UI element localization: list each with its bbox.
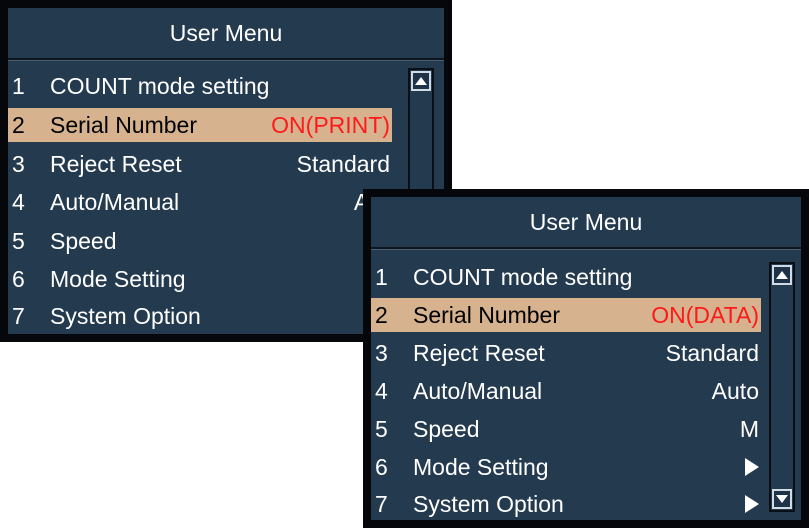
menu-item-label: COUNT mode setting [413,264,633,290]
menu-item-number: 2 [375,302,388,328]
menu-item-value: ON(DATA) [651,302,759,328]
menu-item-number: 6 [12,266,25,292]
menu-item-number: 5 [375,416,388,442]
scroll-up-button[interactable] [411,71,431,91]
menu-item-value: ON(PRINT) [271,112,390,138]
menu-item-label: System Option [50,303,201,329]
menu-item-number: 7 [375,491,388,517]
menu-item-value: Auto [711,378,759,404]
menu-item-number: 7 [12,303,25,329]
scroll-down-button[interactable] [772,489,792,509]
menu-item-label: Serial Number [50,112,197,138]
menu-title: User Menu [371,197,801,249]
menu-item-value: Standard [665,340,759,366]
menu-item-serial-number[interactable]: 2 Serial Number ON(DATA) [371,298,761,332]
menu-item-label: Mode Setting [50,266,186,292]
menu-item-label: Serial Number [413,302,560,328]
menu-item-system-option[interactable]: 7 System Option [8,299,392,333]
menu-item-label: COUNT mode setting [50,73,270,99]
scroll-down-icon [776,495,788,503]
menu-item-number: 1 [375,264,388,290]
menu-item-count-mode[interactable]: 1 COUNT mode setting [8,69,392,103]
menu-item-label: Reject Reset [50,151,182,177]
submenu-arrow-icon [745,458,759,476]
menu-item-mode-setting[interactable]: 6 Mode Setting [8,262,392,296]
menu-item-auto-manual[interactable]: 4 Auto/Manual Au [8,185,392,219]
menu-item-label: System Option [413,491,564,517]
menu-item-label: Reject Reset [413,340,545,366]
menu-item-number: 2 [12,112,25,138]
menu-item-count-mode[interactable]: 1 COUNT mode setting [371,260,761,294]
menu-item-mode-setting[interactable]: 6 Mode Setting [371,450,761,484]
scroll-up-icon [776,271,788,279]
menu-item-speed[interactable]: 5 Speed M [371,412,761,446]
menu-item-label: Auto/Manual [413,378,543,404]
scroll-up-button[interactable] [772,265,792,285]
scrollbar[interactable] [769,262,795,512]
user-menu-panel-data: User Menu 1 COUNT mode setting 2 Serial … [363,189,809,528]
menu-item-label: Auto/Manual [50,189,180,215]
menu-item-number: 6 [375,454,388,480]
menu-item-number: 1 [12,73,25,99]
menu-item-label: Speed [50,228,117,254]
menu-item-label: Mode Setting [413,454,549,480]
menu-item-speed[interactable]: 5 Speed [8,224,392,258]
menu-item-number: 4 [12,189,25,215]
scroll-up-icon [415,77,427,85]
menu-item-label: Speed [413,416,480,442]
menu-item-value: M [739,416,759,442]
submenu-arrow-icon [745,495,759,513]
menu-item-number: 3 [12,151,25,177]
menu-item-reject-reset[interactable]: 3 Reject Reset Standard [8,147,392,181]
menu-title: User Menu [8,8,444,60]
menu-item-system-option[interactable]: 7 System Option [371,487,761,521]
menu-item-serial-number[interactable]: 2 Serial Number ON(PRINT) [8,108,392,142]
menu-item-reject-reset[interactable]: 3 Reject Reset Standard [371,336,761,370]
menu-item-auto-manual[interactable]: 4 Auto/Manual Auto [371,374,761,408]
menu-item-value: Standard [296,151,390,177]
menu-item-number: 5 [12,228,25,254]
menu-item-number: 4 [375,378,388,404]
menu-item-number: 3 [375,340,388,366]
